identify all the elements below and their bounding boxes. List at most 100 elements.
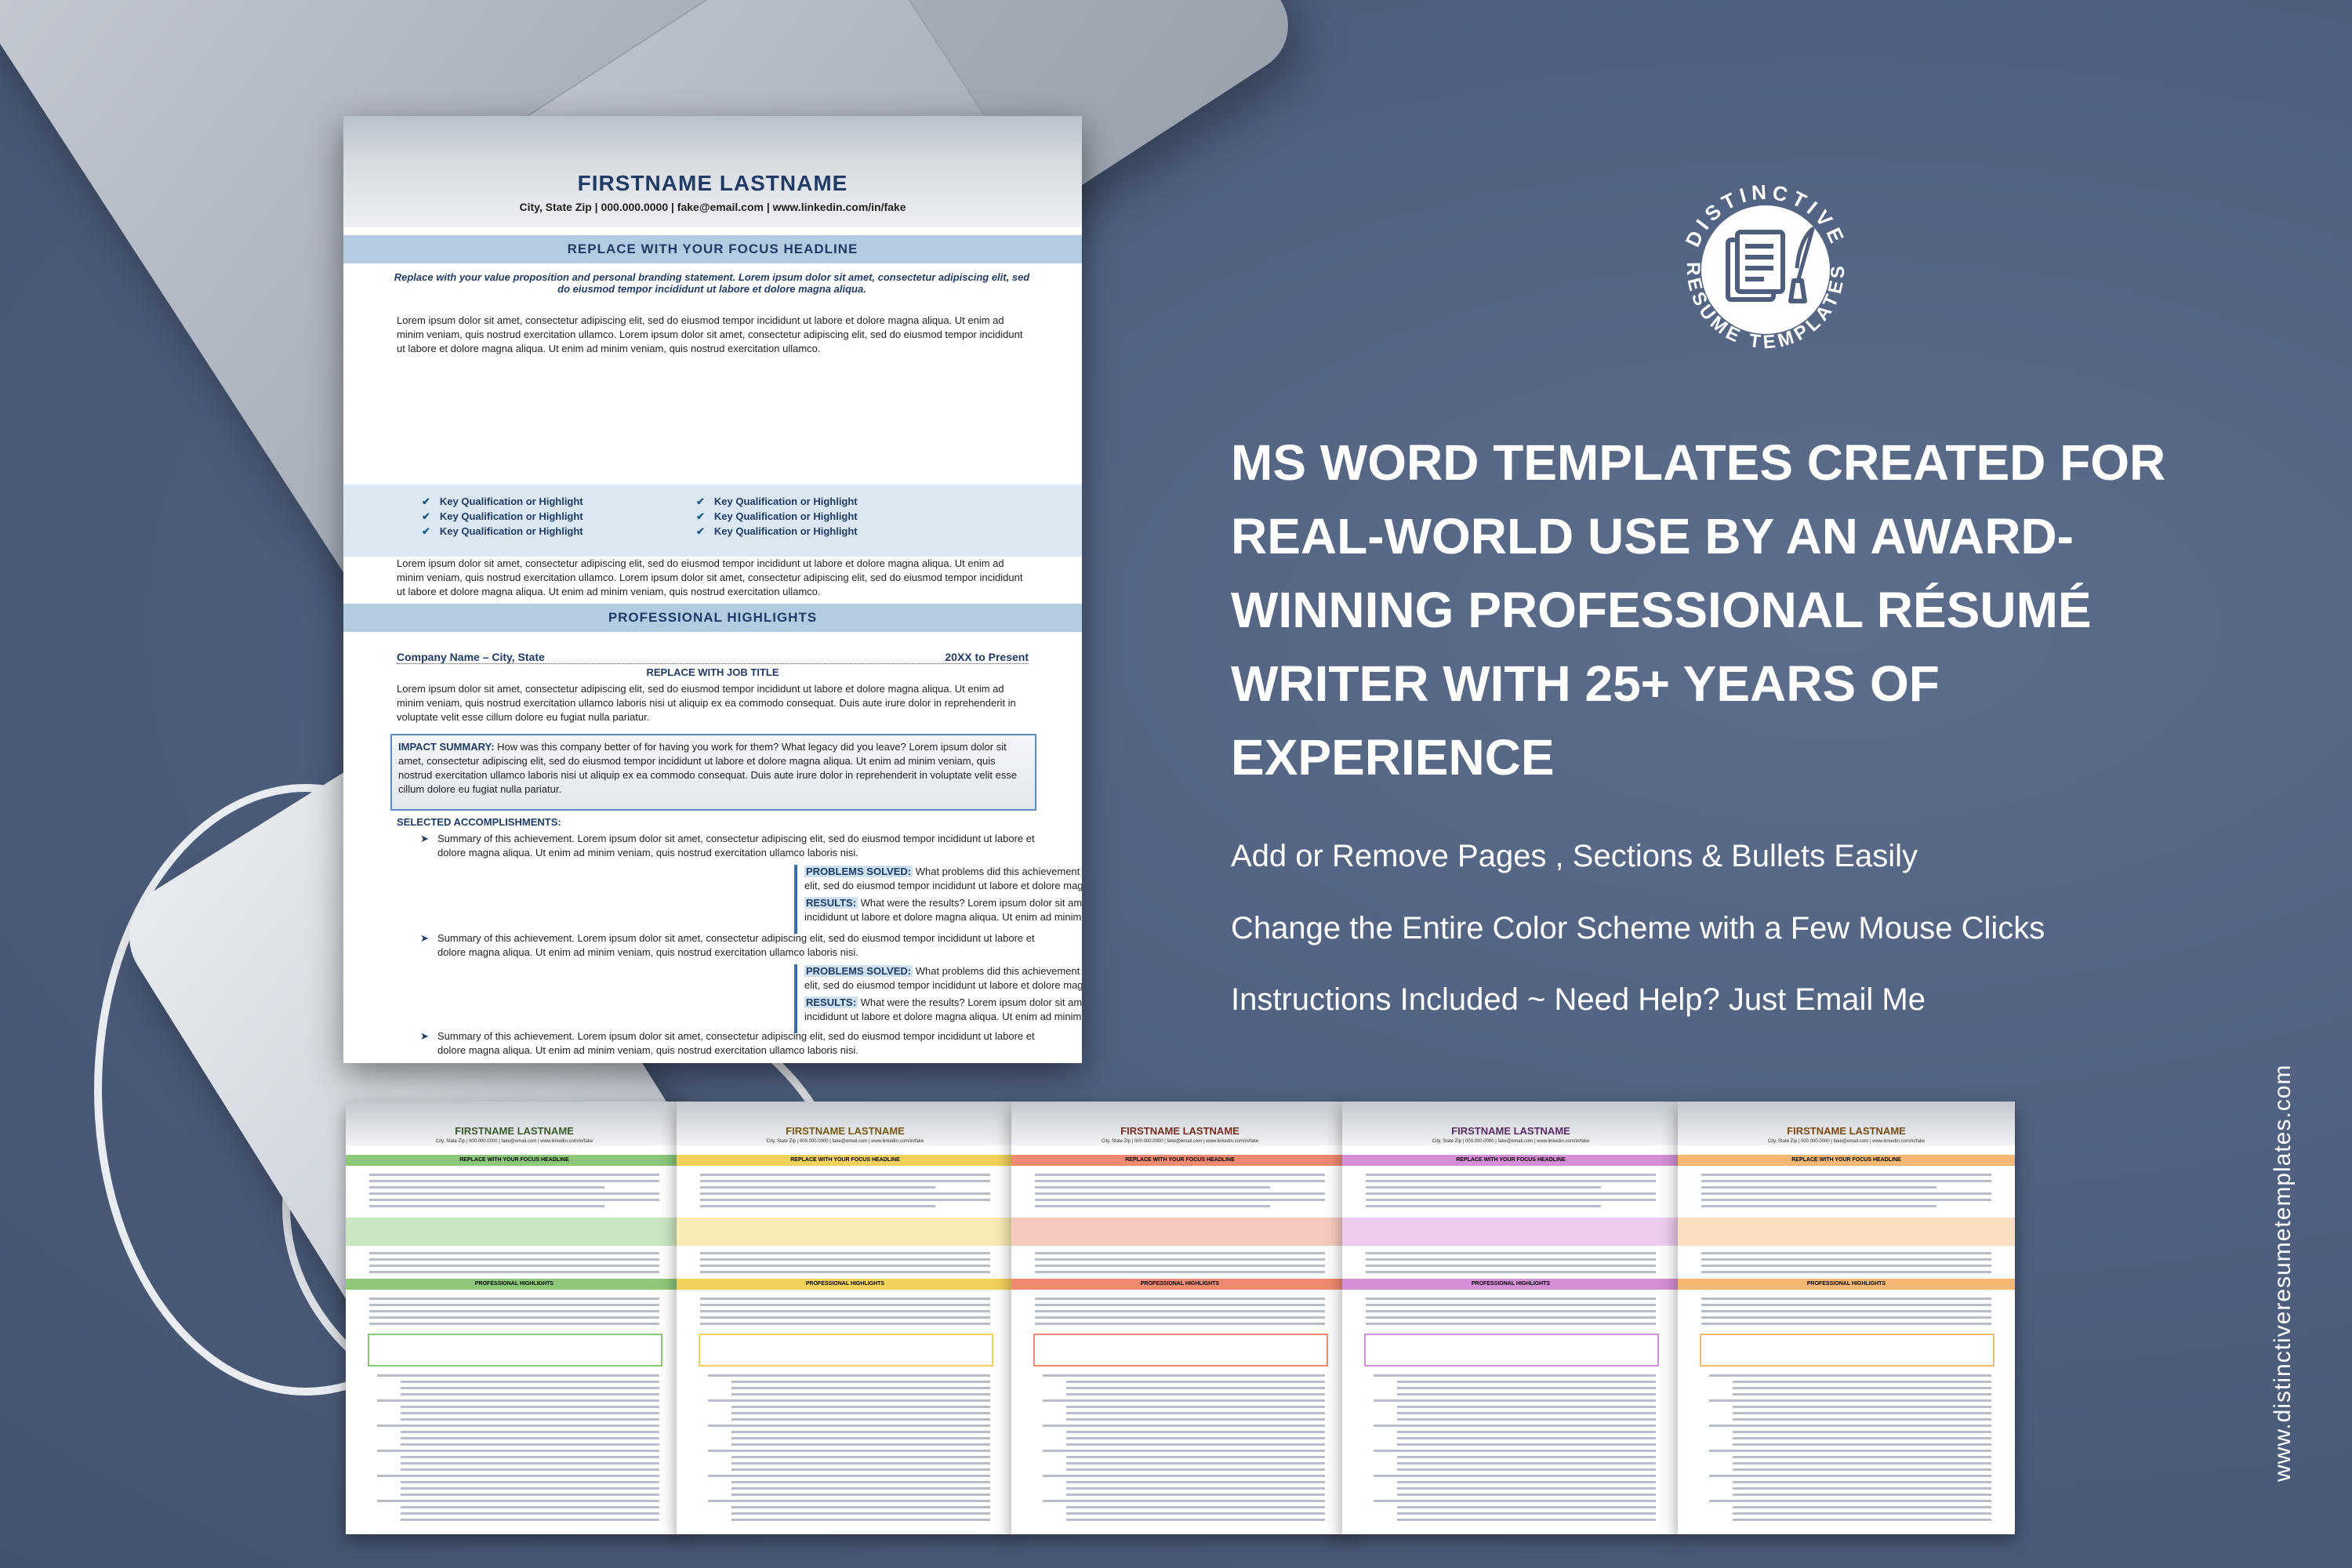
thumbnail-text-line <box>1397 1443 1656 1446</box>
thumbnail-text-line <box>1397 1481 1656 1483</box>
thumbnail-text-line <box>1733 1462 1991 1465</box>
thumbnail-text-line <box>1043 1500 1325 1502</box>
thumbnail-text-line <box>731 1487 990 1490</box>
thumbnail-text-line <box>369 1174 659 1176</box>
thumbnail-text-line <box>1701 1316 1991 1319</box>
thumbnail-text-line <box>700 1310 990 1312</box>
thumbnail-text-line <box>1035 1199 1325 1201</box>
thumbnail-text-line <box>1701 1252 1991 1254</box>
thumbnail-text-line <box>401 1456 659 1458</box>
thumbnail-text-line <box>1397 1494 1656 1496</box>
problems-solved-2: PROBLEMS SOLVED: What problems did this … <box>804 965 1082 991</box>
thumbnail-impact-box <box>1033 1334 1328 1367</box>
accent-bar <box>794 964 797 1033</box>
thumbnail-text-line <box>377 1399 659 1402</box>
thumbnail-text-line <box>1043 1450 1325 1452</box>
thumbnail-text-line <box>1701 1271 1991 1273</box>
thumbnail-text-line <box>1397 1512 1656 1515</box>
thumbnail-impact-box <box>1364 1334 1659 1367</box>
website-url: www.distinctiveresumetemplates.com <box>2270 1064 2296 1482</box>
thumbnail-text-line <box>731 1387 990 1389</box>
thumbnail-text-line <box>1066 1412 1325 1414</box>
thumbnail-text-line <box>700 1323 990 1325</box>
thumbnail-text-line <box>1397 1393 1656 1396</box>
thumbnail-text-line <box>731 1406 990 1408</box>
thumbnail-text-line <box>731 1519 990 1521</box>
thumbnail-text-line <box>1066 1418 1325 1421</box>
thumbnail-text-line <box>1043 1475 1325 1477</box>
thumbnail-text-line <box>401 1393 659 1396</box>
thumbnail-text-line <box>369 1258 659 1261</box>
thumbnail-text-line <box>1701 1298 1991 1300</box>
brand-logo: DISTINCTIVE RÉSUMÉ TEMPLATES <box>1681 180 1846 353</box>
thumbnail-text-line <box>1701 1174 1991 1176</box>
thumbnail-text-line <box>1043 1425 1325 1427</box>
thumbnail-text-line <box>731 1393 990 1396</box>
thumbnail-text-line <box>731 1481 990 1483</box>
promo-banner: GHFCVBXD< FIRSTNAME LASTNAME City, State… <box>0 0 2352 1568</box>
thumbnail-text-line <box>1366 1265 1656 1267</box>
thumbnail-text-line <box>1066 1512 1325 1515</box>
thumbnail-text-line <box>369 1271 659 1273</box>
thumbnail-text-line <box>700 1192 990 1195</box>
thumbnail-text-line <box>401 1431 659 1433</box>
thumbnail-text-line <box>401 1418 659 1421</box>
thumbnail-text-line <box>1701 1323 1991 1325</box>
feature-1: Add or Remove Pages , Sections & Bullets… <box>1231 839 1918 873</box>
accent-bar <box>794 865 797 934</box>
thumbnail-focus-band: REPLACE WITH YOUR FOCUS HEADLINE <box>677 1155 1014 1166</box>
thumbnail-text-line <box>369 1298 659 1300</box>
thumbnail-text-line <box>1701 1304 1991 1306</box>
thumbnail-text-line <box>1374 1425 1656 1427</box>
thumbnail-text-line <box>700 1271 990 1273</box>
thumbnail-text-line <box>401 1512 659 1515</box>
thumbnail-text-line <box>1035 1323 1325 1325</box>
thumbnail-text-line <box>1733 1519 1991 1521</box>
thumbnail-text-line <box>401 1443 659 1446</box>
thumbnail-text-line <box>1701 1310 1991 1312</box>
thumbnail-text-line <box>401 1468 659 1471</box>
thumbnail-text-line <box>1366 1258 1656 1261</box>
thumbnail-text-line <box>731 1506 990 1508</box>
qualification-item: ✔ Key Qualification or Highlight <box>422 495 583 507</box>
resume-thumbnail: FIRSTNAME LASTNAME City, State Zip | 000.… <box>1678 1102 2015 1534</box>
thumbnail-text-line <box>1066 1506 1325 1508</box>
problems-solved-1: PROBLEMS SOLVED: What problems did this … <box>804 866 1082 891</box>
check-icon: ✔ <box>696 510 705 522</box>
thumbnail-impact-box <box>699 1334 993 1367</box>
thumbnail-text-line <box>731 1468 990 1471</box>
focus-headline-band: REPLACE WITH YOUR FOCUS HEADLINE <box>343 235 1082 263</box>
thumbnail-text-line <box>1733 1506 1991 1508</box>
thumbnail-text-line <box>1397 1418 1656 1421</box>
impact-summary-box: IMPACT SUMMARY: How was this company bet… <box>390 734 1036 811</box>
thumbnail-text-line <box>377 1475 659 1477</box>
thumbnail-text-line <box>700 1186 935 1189</box>
thumbnail-text-line <box>1366 1271 1656 1273</box>
thumbnail-text-line <box>1035 1271 1325 1273</box>
thumbnail-text-line <box>401 1412 659 1414</box>
thumbnail-text-line <box>1374 1475 1656 1477</box>
thumbnail-text-line <box>1733 1487 1991 1490</box>
thumbnail-text-line <box>1733 1512 1991 1515</box>
thumbnail-text-line <box>731 1462 990 1465</box>
highlights-band: PROFESSIONAL HIGHLIGHTS <box>343 604 1082 632</box>
thumbnail-text-line <box>1366 1186 1601 1189</box>
qualifications-band: ✔ Key Qualification or Highlight ✔ Key Qua… <box>343 485 1082 549</box>
thumbnail-text-line <box>1397 1387 1656 1389</box>
thumbnail-qual-band <box>1678 1218 2015 1246</box>
qualification-item: ✔ Key Qualification or Highlight <box>422 510 583 522</box>
accomplishments-heading: SELECTED ACCOMPLISHMENTS: <box>397 816 561 828</box>
thumbnail-text-line <box>369 1310 659 1312</box>
thumbnail-name: FIRSTNAME LASTNAME <box>455 1125 574 1137</box>
thumbnail-text-line <box>377 1374 659 1377</box>
thumbnail-contact: City, State Zip | 000.000.0000 | fake@em… <box>1767 1139 1926 1144</box>
qualification-item: ✔ Key Qualification or Highlight <box>696 495 858 507</box>
thumbnail-text-line <box>731 1418 990 1421</box>
thumbnail-text-line <box>1366 1298 1656 1300</box>
thumbnail-text-line <box>1709 1500 1991 1502</box>
thumbnail-text-line <box>401 1481 659 1483</box>
thumbnail-text-line <box>731 1494 990 1496</box>
thumbnail-text-line <box>1397 1412 1656 1414</box>
thumbnail-text-line <box>1066 1487 1325 1490</box>
thumbnail-name: FIRSTNAME LASTNAME <box>1120 1125 1240 1137</box>
